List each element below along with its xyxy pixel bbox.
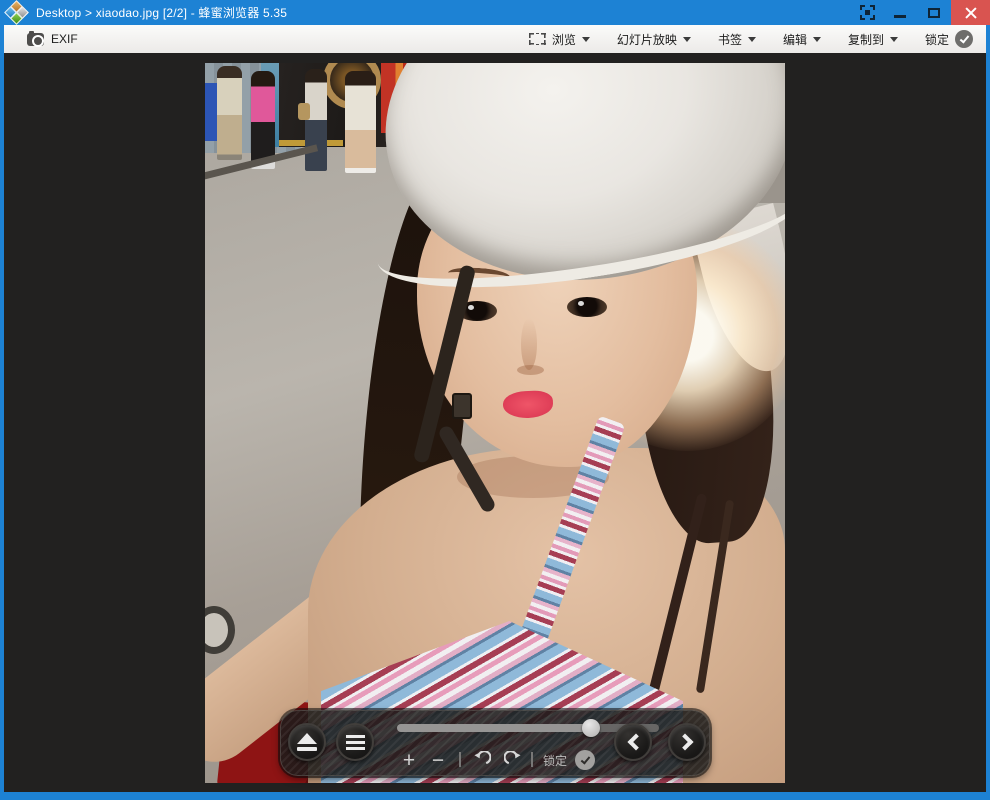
caret-down-icon [748, 37, 756, 42]
bar-lock-label: 锁定 [543, 747, 567, 773]
previous-image-button[interactable] [614, 723, 652, 761]
close-icon [964, 6, 978, 20]
zoom-out-button[interactable]: − [428, 747, 448, 773]
camera-icon [27, 33, 44, 46]
maximize-icon [928, 8, 940, 18]
photo-nose [521, 318, 537, 370]
caret-down-icon [813, 37, 821, 42]
photo-xiaodao[interactable] [205, 63, 785, 783]
chevron-right-icon [676, 734, 693, 751]
minimize-icon [894, 15, 906, 18]
menu-slideshow[interactable]: 幻灯片放映 [617, 31, 691, 48]
toolbar-menus: 浏览 幻灯片放映 书签 编辑 复制到 锁定 [529, 30, 986, 48]
chevron-left-icon [627, 734, 644, 751]
eject-icon-bar [297, 747, 317, 751]
menu-copy-to-label: 复制到 [848, 31, 884, 48]
photo-handbag [298, 103, 310, 120]
toolbar-lock-toggle[interactable]: 锁定 [925, 30, 973, 48]
menu-bookmarks[interactable]: 书签 [718, 31, 756, 48]
slider-thumb[interactable] [582, 719, 600, 737]
menu-slideshow-label: 幻灯片放映 [617, 31, 677, 48]
next-image-button[interactable] [668, 723, 706, 761]
menu-copy-to[interactable]: 复制到 [848, 31, 898, 48]
image-canvas: + − 锁定 [4, 53, 986, 792]
menu-bookmarks-label: 书签 [718, 31, 742, 48]
eject-button[interactable] [288, 723, 326, 761]
frame-icon [529, 33, 546, 45]
toolbar: EXIF 浏览 幻灯片放映 书签 编辑 复制到 锁定 [4, 25, 986, 53]
zoom-in-button[interactable]: + [399, 747, 419, 773]
divider [531, 752, 533, 767]
bar-lock-toggle[interactable] [575, 750, 595, 770]
caret-down-icon [582, 37, 590, 42]
photo-nose-shadow [517, 365, 544, 375]
window-controls [851, 0, 990, 25]
check-icon [959, 33, 969, 43]
minimize-button[interactable] [883, 0, 917, 25]
exif-button[interactable]: EXIF [4, 32, 78, 46]
slider-fill [397, 724, 591, 732]
fullscreen-button[interactable] [851, 0, 883, 25]
photo-pedestrian [345, 71, 376, 173]
toolbar-lock-label: 锁定 [925, 31, 949, 48]
photo-pedestrian [251, 71, 275, 169]
rotate-left-button[interactable] [470, 747, 492, 773]
check-icon [580, 754, 590, 764]
check-circle-icon [955, 30, 973, 48]
rotate-right-icon [504, 751, 523, 770]
exif-label: EXIF [51, 32, 78, 46]
viewer-control-bar: + − 锁定 [280, 710, 710, 776]
divider [459, 752, 461, 767]
app-logo-icon [7, 3, 27, 23]
close-button[interactable] [951, 0, 990, 25]
caret-down-icon [683, 37, 691, 42]
fullscreen-icon [860, 5, 875, 20]
maximize-button[interactable] [917, 0, 951, 25]
photo-strap-buckle [452, 393, 472, 419]
photo-eye [567, 297, 607, 317]
menu-edit-label: 编辑 [783, 31, 807, 48]
titlebar: Desktop > xiaodao.jpg [2/2] - 蜂蜜浏览器 5.35 [0, 0, 990, 25]
caret-down-icon [890, 37, 898, 42]
eject-icon [297, 733, 317, 744]
menu-button[interactable] [336, 723, 374, 761]
menu-lines-icon [346, 735, 365, 750]
menu-browse[interactable]: 浏览 [529, 31, 590, 48]
photo-pedestrian [217, 66, 242, 160]
rotate-left-icon [472, 751, 491, 770]
rotate-right-button[interactable] [502, 747, 524, 773]
menu-edit[interactable]: 编辑 [783, 31, 821, 48]
photo-pedestrian [305, 69, 327, 171]
menu-browse-label: 浏览 [552, 31, 576, 48]
window-title: Desktop > xiaodao.jpg [2/2] - 蜂蜜浏览器 5.35 [36, 4, 287, 21]
